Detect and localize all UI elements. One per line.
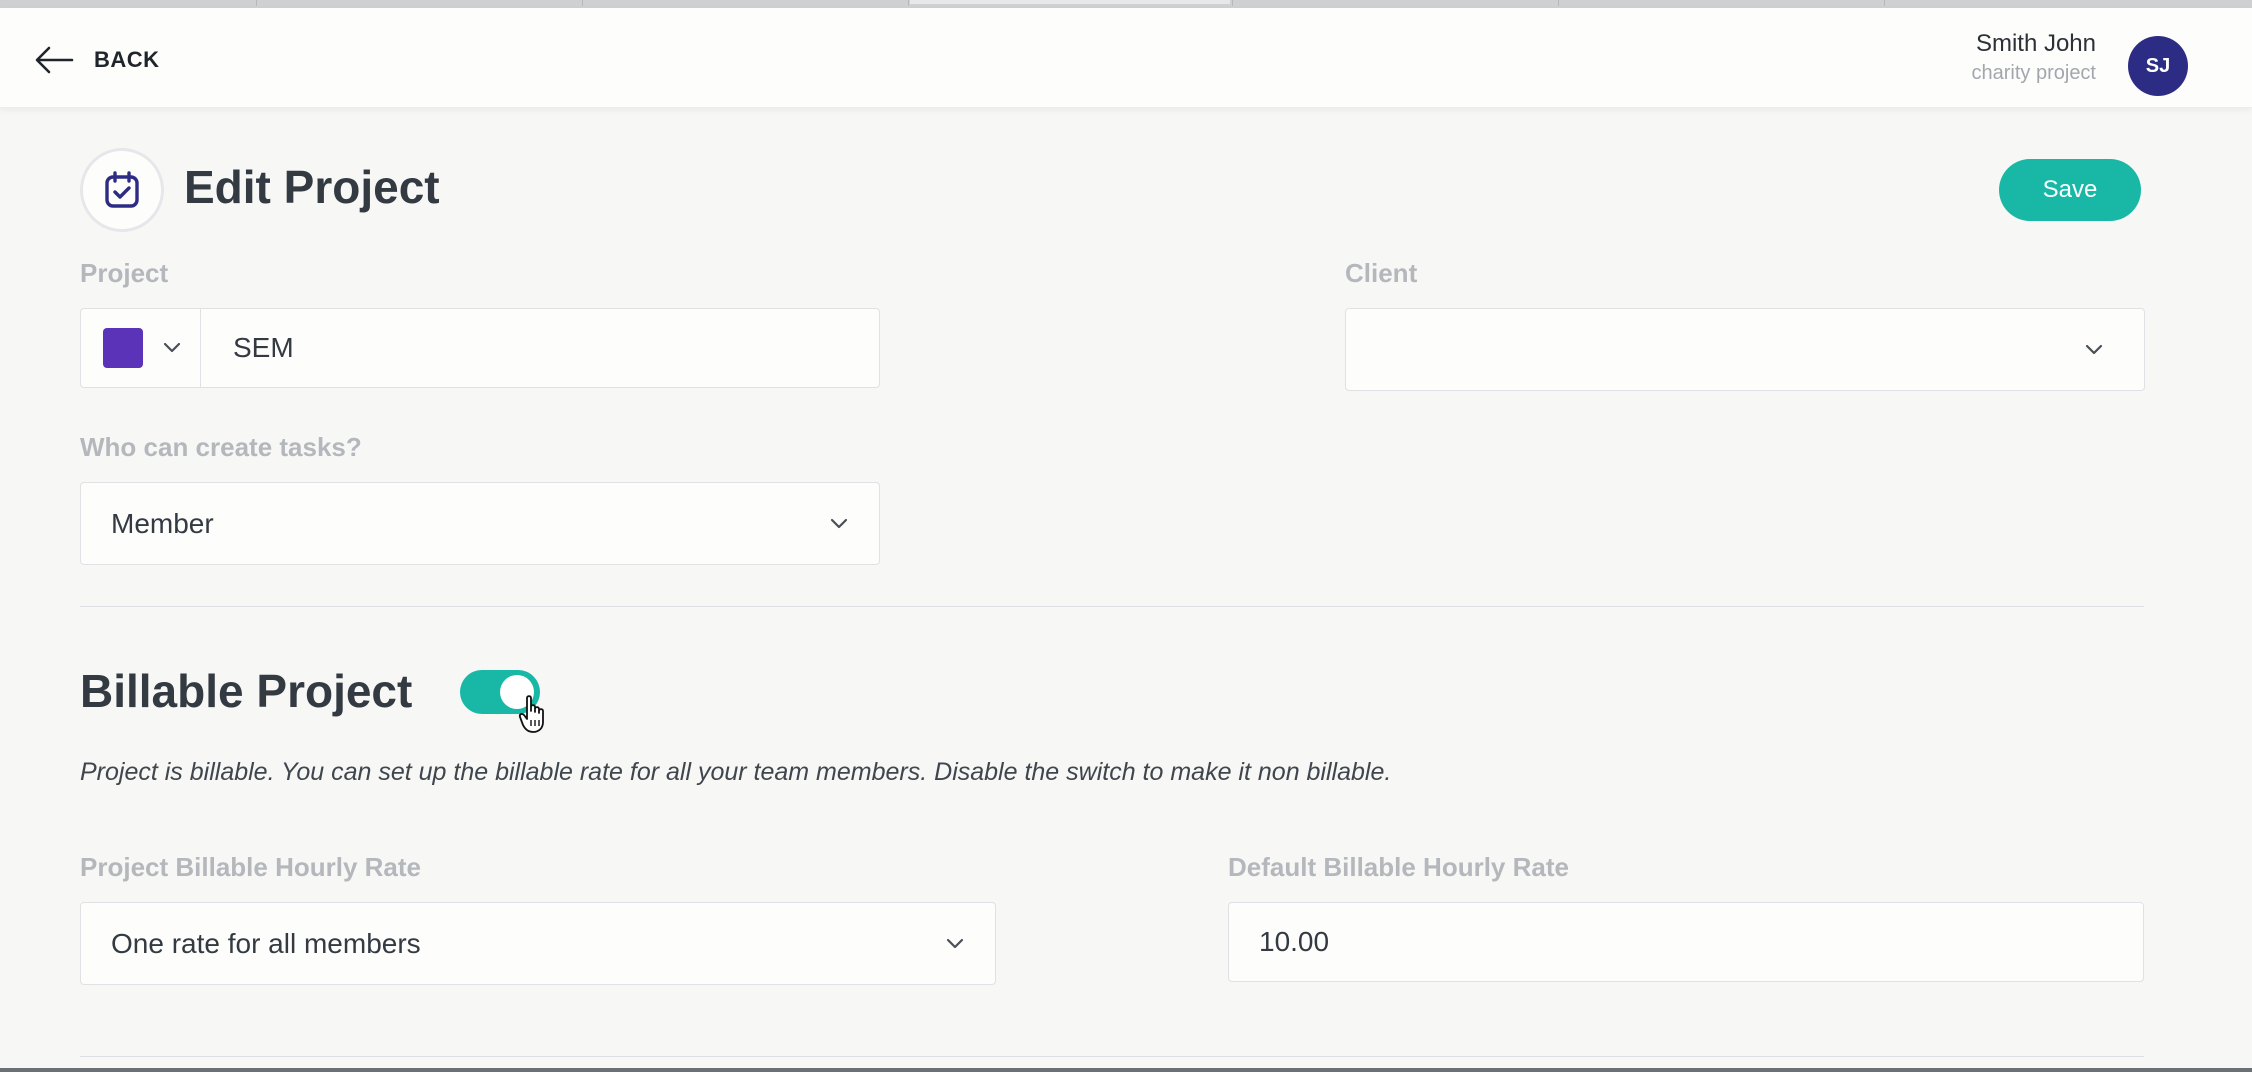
arrow-left-icon: [35, 46, 74, 74]
project-color-swatch: [103, 328, 143, 368]
default-rate-input[interactable]: [1228, 902, 2144, 982]
billable-section-title: Billable Project: [80, 665, 413, 717]
rate-type-label: Project Billable Hourly Rate: [80, 852, 421, 882]
back-button[interactable]: BACK: [34, 36, 160, 84]
user-workspace: charity project: [1971, 62, 2097, 84]
tasks-permission-value: Member: [111, 507, 214, 539]
window-bottom-edge: [0, 1068, 2252, 1072]
chevron-down-icon: [163, 342, 181, 353]
tasks-permission-select[interactable]: Member: [80, 482, 880, 565]
calendar-check-icon: [105, 171, 139, 208]
chevron-down-icon: [2085, 344, 2103, 354]
project-icon-badge: [80, 148, 164, 232]
save-button[interactable]: Save: [1999, 159, 2141, 221]
billable-description: Project is billable. You can set up the …: [80, 758, 1392, 786]
rate-type-select[interactable]: One rate for all members: [80, 902, 996, 985]
project-name-input[interactable]: [200, 308, 880, 388]
rate-type-value: One rate for all members: [111, 927, 421, 959]
project-color-picker[interactable]: [80, 308, 202, 388]
default-rate-label: Default Billable Hourly Rate: [1228, 852, 1569, 882]
client-select[interactable]: [1345, 308, 2145, 391]
chevron-down-icon: [830, 518, 848, 528]
client-label: Client: [1345, 258, 1418, 288]
project-label: Project: [80, 258, 169, 288]
back-label: BACK: [94, 47, 160, 72]
tasks-permission-label: Who can create tasks?: [80, 432, 362, 462]
section-divider: [80, 606, 2144, 607]
user-info: Smith John charity project: [1972, 28, 2097, 86]
user-name: Smith John: [1975, 30, 2096, 57]
page-title: Edit Project: [184, 161, 440, 213]
hand-pointer-icon: [518, 695, 544, 733]
chevron-down-icon: [946, 938, 964, 948]
avatar[interactable]: SJ: [2128, 36, 2188, 96]
top-bar: BACK Smith John charity project SJ: [0, 8, 2252, 108]
section-divider: [80, 1056, 2144, 1057]
browser-tab-strip: [0, 0, 2252, 8]
